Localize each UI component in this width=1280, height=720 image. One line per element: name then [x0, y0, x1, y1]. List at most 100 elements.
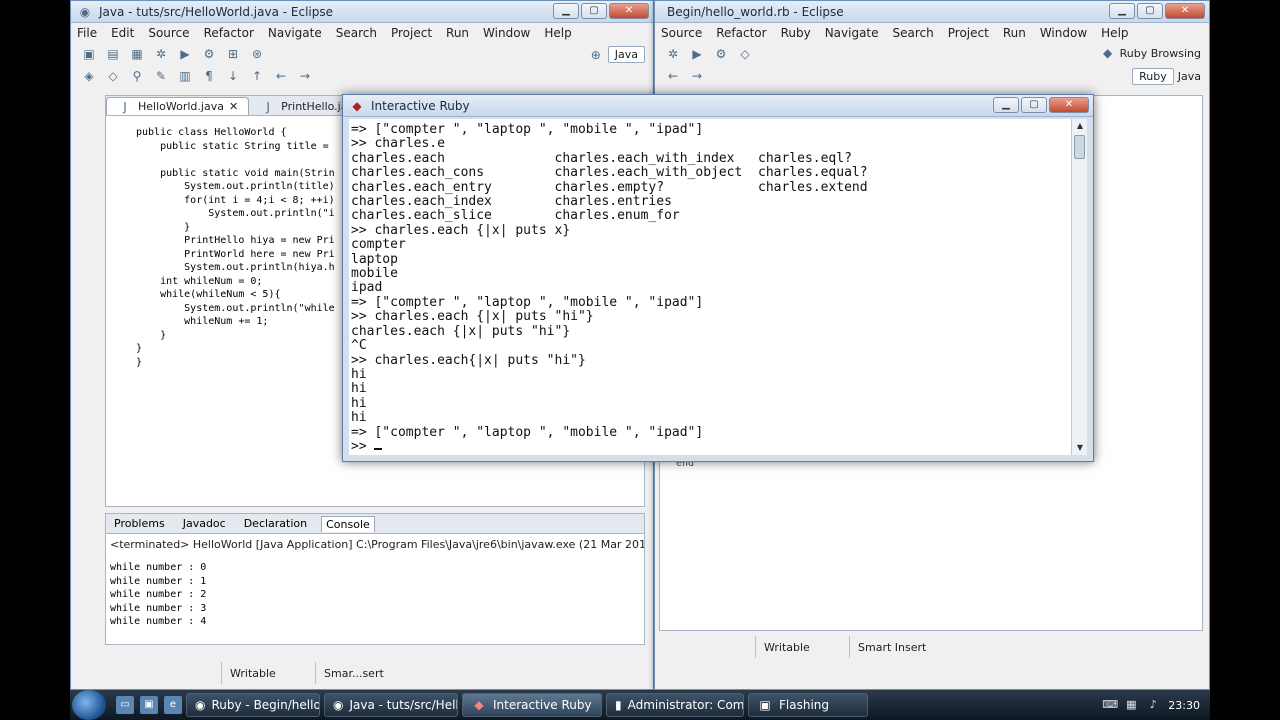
task-command-prompt[interactable]: ▮ Administrator: Com...: [606, 693, 744, 717]
menu-file[interactable]: File: [77, 26, 97, 40]
menu-search[interactable]: Search: [336, 26, 377, 40]
toggle-block-icon[interactable]: ▥: [177, 69, 193, 83]
java-statusbar: Writable Smar...sert: [221, 661, 415, 685]
java-perspective-button[interactable]: Java: [607, 46, 645, 63]
menu-run[interactable]: Run: [1003, 26, 1026, 40]
task-ruby-eclipse[interactable]: ◉ Ruby - Begin/hello_...: [186, 693, 320, 717]
menu-source[interactable]: Source: [661, 26, 702, 40]
open-perspective-icon[interactable]: ⊕: [588, 48, 604, 62]
java-window-titlebar[interactable]: ◉ Java - tuts/src/HelloWorld.java - Ecli…: [71, 1, 653, 23]
show-whitespace-icon[interactable]: ¶: [201, 69, 217, 83]
new-class-icon[interactable]: ⊛: [249, 47, 265, 61]
ruby-menubar: Source Refactor Ruby Navigate Search Pro…: [655, 23, 1209, 43]
close-button[interactable]: ✕: [1165, 3, 1205, 19]
menu-source[interactable]: Source: [148, 26, 189, 40]
menu-help[interactable]: Help: [544, 26, 571, 40]
irb-line: charles.each_index charles.entries: [351, 194, 672, 210]
tab-problems[interactable]: Problems: [110, 516, 169, 531]
switch-windows-icon[interactable]: ▣: [140, 696, 158, 714]
menu-window[interactable]: Window: [1040, 26, 1087, 40]
menu-navigate[interactable]: Navigate: [268, 26, 322, 40]
minimize-button[interactable]: ▁: [993, 97, 1019, 113]
prev-annotation-icon[interactable]: ↑: [249, 69, 265, 83]
forward-icon[interactable]: →: [297, 69, 313, 83]
menu-refactor[interactable]: Refactor: [716, 26, 766, 40]
status-insert-mode: Smar...sert: [315, 662, 415, 684]
browser-icon[interactable]: e: [164, 696, 182, 714]
print-icon[interactable]: ▦: [129, 47, 145, 61]
scroll-up-icon[interactable]: ▲: [1072, 119, 1088, 133]
task-interactive-ruby[interactable]: ◆ Interactive Ruby: [462, 693, 602, 717]
task-flashing[interactable]: ▣ Flashing: [748, 693, 868, 717]
volume-icon[interactable]: ♪: [1146, 698, 1160, 712]
ruby-window-titlebar[interactable]: Begin/hello_world.rb - Eclipse ▁ ▢ ✕: [655, 1, 1209, 23]
forward-icon[interactable]: →: [689, 69, 705, 83]
close-button[interactable]: ✕: [1049, 97, 1089, 113]
clock[interactable]: 23:30: [1168, 699, 1200, 712]
tab-console[interactable]: Console: [321, 515, 375, 532]
open-folder-icon[interactable]: ◇: [737, 47, 753, 61]
irb-titlebar[interactable]: ◆ Interactive Ruby ▁ ▢ ✕: [343, 95, 1093, 117]
debug-icon[interactable]: ✲: [665, 47, 681, 61]
close-tab-icon[interactable]: ✕: [229, 100, 238, 113]
search-icon[interactable]: ⚲: [129, 69, 145, 83]
irb-line: charles.each_slice charles.enum_for: [351, 208, 680, 224]
tab-javadoc[interactable]: Javadoc: [179, 516, 230, 531]
open-type-icon[interactable]: ◈: [81, 69, 97, 83]
scroll-thumb[interactable]: [1074, 135, 1085, 159]
keyboard-icon[interactable]: ⌨: [1102, 698, 1118, 712]
open-folder-icon[interactable]: ◇: [105, 69, 121, 83]
maximize-button[interactable]: ▢: [1137, 3, 1163, 19]
external-tools-icon[interactable]: ⚙: [201, 47, 217, 61]
ruby-perspective-button[interactable]: Ruby: [1132, 68, 1174, 85]
maximize-button[interactable]: ▢: [581, 3, 607, 19]
show-desktop-icon[interactable]: ▭: [116, 696, 134, 714]
minimize-button[interactable]: ▁: [1109, 3, 1135, 19]
menu-ruby[interactable]: Ruby: [781, 26, 811, 40]
task-java-eclipse[interactable]: ◉ Java - tuts/src/Hello...: [324, 693, 458, 717]
menu-project[interactable]: Project: [948, 26, 989, 40]
irb-console[interactable]: => ["compter ", "laptop ", "mobile ", "i…: [349, 119, 1071, 455]
tab-helloworld-java[interactable]: J HelloWorld.java ✕: [106, 97, 250, 115]
tab-declaration[interactable]: Declaration: [240, 516, 311, 531]
menu-help[interactable]: Help: [1101, 26, 1128, 40]
save-icon[interactable]: ▤: [105, 47, 121, 61]
new-package-icon[interactable]: ⊞: [225, 47, 241, 61]
irb-line: compter: [351, 237, 406, 253]
desktop: ◉ Java - tuts/src/HelloWorld.java - Ecli…: [70, 0, 1210, 720]
debug-icon[interactable]: ✲: [153, 47, 169, 61]
menu-window[interactable]: Window: [483, 26, 530, 40]
start-button[interactable]: [72, 690, 106, 720]
text-cursor: [374, 447, 383, 450]
menu-search[interactable]: Search: [893, 26, 934, 40]
status-writable: Writable: [221, 662, 315, 684]
new-icon[interactable]: ▣: [81, 47, 97, 61]
irb-scrollbar[interactable]: ▲ ▼: [1071, 119, 1087, 455]
menu-navigate[interactable]: Navigate: [825, 26, 879, 40]
menu-edit[interactable]: Edit: [111, 26, 134, 40]
network-icon[interactable]: ▦: [1124, 698, 1138, 712]
mark-occurrences-icon[interactable]: ✎: [153, 69, 169, 83]
run-icon[interactable]: ▶: [689, 47, 705, 61]
java-perspective-button[interactable]: Java: [1178, 70, 1201, 83]
next-annotation-icon[interactable]: ↓: [225, 69, 241, 83]
java-menubar: File Edit Source Refactor Navigate Searc…: [71, 23, 653, 43]
ruby-icon: ◆: [474, 698, 484, 712]
back-icon[interactable]: ←: [273, 69, 289, 83]
panel-tabs: Problems Javadoc Declaration Console: [106, 514, 644, 534]
minimize-button[interactable]: ▁: [553, 3, 579, 19]
maximize-button[interactable]: ▢: [1021, 97, 1047, 113]
console-line: while number : 1: [110, 575, 207, 587]
java-file-icon: J: [266, 99, 270, 114]
external-tools-icon[interactable]: ⚙: [713, 47, 729, 61]
back-icon[interactable]: ←: [665, 69, 681, 83]
menu-refactor[interactable]: Refactor: [204, 26, 254, 40]
close-button[interactable]: ✕: [609, 3, 649, 19]
irb-line: hi: [351, 381, 367, 397]
scroll-down-icon[interactable]: ▼: [1072, 441, 1088, 455]
ruby-browsing-perspective[interactable]: Ruby Browsing: [1120, 47, 1201, 60]
irb-prompt-line[interactable]: >>: [351, 439, 1071, 454]
menu-project[interactable]: Project: [391, 26, 432, 40]
menu-run[interactable]: Run: [446, 26, 469, 40]
run-icon[interactable]: ▶: [177, 47, 193, 61]
